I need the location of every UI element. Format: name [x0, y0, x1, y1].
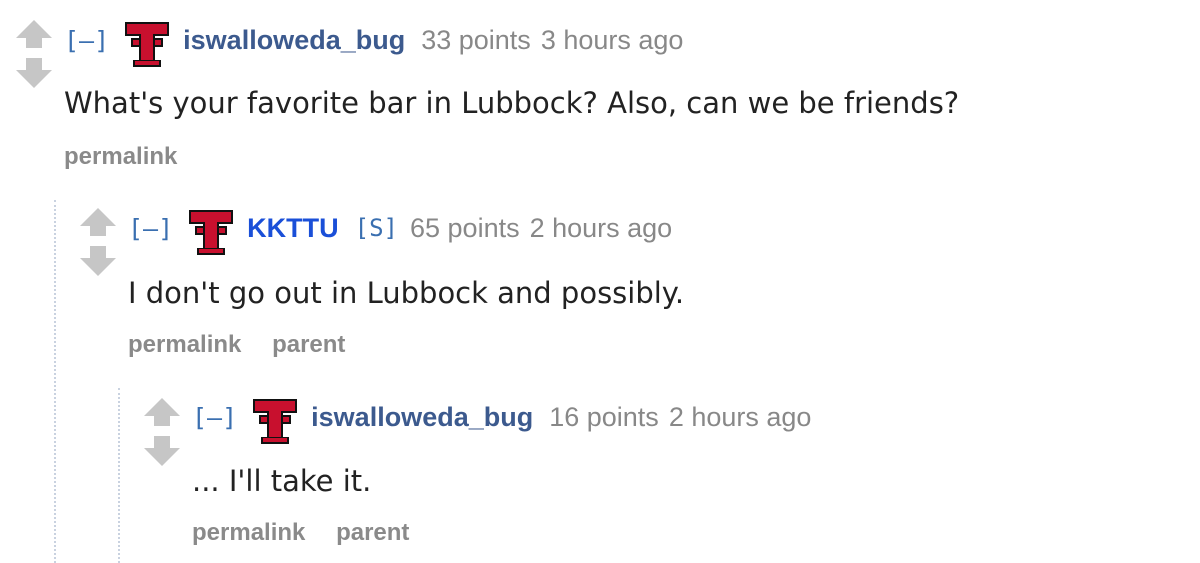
- thread-line: [54, 200, 56, 563]
- comment-body: I don't go out in Lubbock and possibly.: [128, 276, 685, 310]
- collapse-toggle[interactable]: [–]: [64, 26, 109, 55]
- comment-score: 16 points: [549, 401, 659, 432]
- comment-actions: permalink parent: [192, 519, 433, 547]
- vote-arrows: [12, 18, 56, 90]
- texas-tech-double-t-icon: [189, 208, 234, 256]
- texas-tech-double-t-icon: [253, 397, 298, 445]
- vote-arrows: [76, 206, 120, 278]
- submitter-tag[interactable]: [S]: [355, 214, 398, 242]
- comment-time: 2 hours ago: [529, 212, 673, 243]
- comment-thread: [–] iswalloweda_bug 33 points 3 hours ag…: [0, 0, 1200, 563]
- comment-author[interactable]: iswalloweda_bug: [183, 25, 405, 56]
- comment-tagline: [–] KKTTU [S] 65 points 2 hours ago: [128, 208, 673, 255]
- comment-score: 65 points: [410, 212, 520, 243]
- comment-time: 2 hours ago: [668, 401, 812, 432]
- upvote-arrow-icon[interactable]: [16, 20, 52, 48]
- parent-button[interactable]: parent: [272, 331, 345, 358]
- comment-author[interactable]: KKTTU: [247, 213, 338, 244]
- upvote-arrow-icon[interactable]: [80, 208, 116, 236]
- comment-score: 33 points: [421, 24, 531, 55]
- permalink-button[interactable]: permalink: [64, 143, 177, 170]
- upvote-arrow-icon[interactable]: [144, 398, 180, 426]
- collapse-toggle[interactable]: [–]: [192, 403, 237, 432]
- comment-body: What's your favorite bar in Lubbock? Als…: [64, 86, 960, 120]
- permalink-button[interactable]: permalink: [192, 519, 305, 546]
- parent-button[interactable]: parent: [336, 519, 409, 546]
- downvote-arrow-icon[interactable]: [144, 436, 180, 466]
- thread-line: [118, 388, 120, 563]
- downvote-arrow-icon[interactable]: [16, 58, 52, 88]
- downvote-arrow-icon[interactable]: [80, 246, 116, 276]
- comment-body: ... I'll take it.: [192, 464, 372, 498]
- permalink-button[interactable]: permalink: [128, 331, 241, 358]
- texas-tech-double-t-icon: [125, 20, 170, 68]
- vote-arrows: [140, 396, 184, 468]
- comment-actions: permalink parent: [128, 331, 369, 359]
- comment-tagline: [–] iswalloweda_bug 33 points 3 hours ag…: [64, 20, 684, 67]
- comment-actions: permalink: [64, 143, 201, 171]
- comment-time: 3 hours ago: [540, 24, 684, 55]
- collapse-toggle[interactable]: [–]: [128, 214, 173, 243]
- comment-author[interactable]: iswalloweda_bug: [311, 402, 533, 433]
- comment-tagline: [–] iswalloweda_bug 16 points 2 hours ag…: [192, 397, 812, 444]
